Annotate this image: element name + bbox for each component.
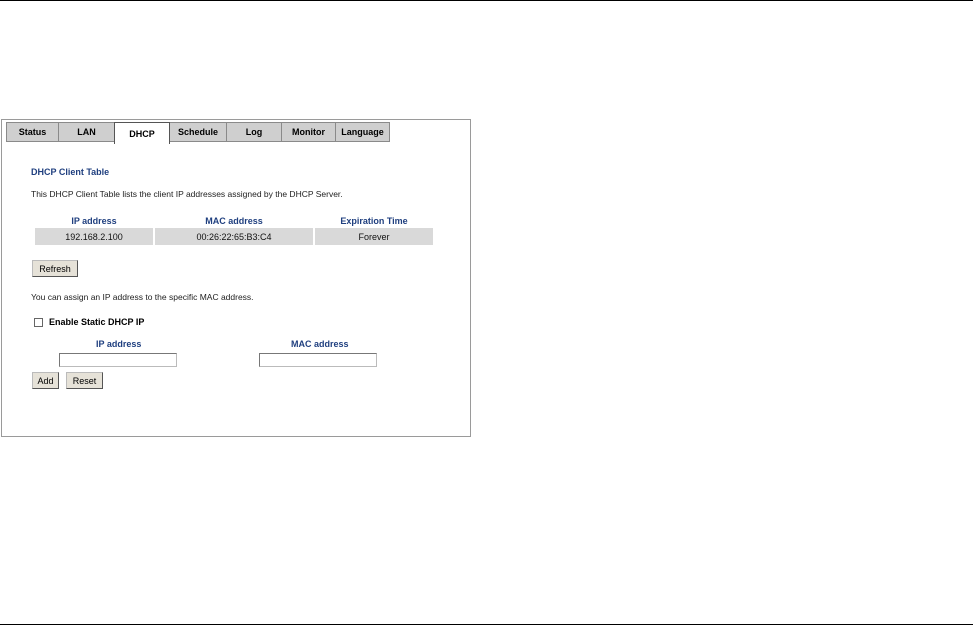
static-mac-input[interactable]: [259, 353, 377, 367]
static-ip-input[interactable]: [59, 353, 177, 367]
tab-monitor[interactable]: Monitor: [281, 122, 335, 142]
cell-ip-address: 192.168.2.100: [35, 228, 153, 245]
static-mac-label: MAC address: [291, 339, 349, 349]
top-rule: [0, 0, 973, 1]
table-header-row: IP address MAC address Expiration Time: [35, 214, 433, 228]
dhcp-panel: Status LAN DHCP Schedule Log Monitor Lan…: [1, 119, 471, 437]
client-table-title: DHCP Client Table: [31, 167, 110, 177]
cell-mac-address: 00:26:22:65:B3:C4: [155, 228, 313, 245]
tab-bar: Status LAN DHCP Schedule Log Monitor Lan…: [6, 122, 390, 144]
tab-schedule[interactable]: Schedule: [170, 122, 226, 142]
add-button[interactable]: Add: [32, 372, 59, 389]
static-ip-label: IP address: [96, 339, 142, 349]
tab-log[interactable]: Log: [226, 122, 281, 142]
table-row: 192.168.2.100 00:26:22:65:B3:C4 Forever: [35, 228, 433, 245]
static-assign-description: You can assign an IP address to the spec…: [31, 292, 254, 302]
client-table-description: This DHCP Client Table lists the client …: [31, 189, 343, 199]
reset-button[interactable]: Reset: [66, 372, 103, 389]
header-mac-address: MAC address: [205, 216, 263, 226]
cell-expiration-time: Forever: [315, 228, 433, 245]
enable-static-dhcp-checkbox[interactable]: [34, 318, 43, 327]
tab-lan[interactable]: LAN: [58, 122, 114, 142]
tab-status[interactable]: Status: [6, 122, 58, 142]
enable-static-dhcp-label: Enable Static DHCP IP: [49, 317, 145, 327]
tab-language[interactable]: Language: [335, 122, 390, 142]
header-expiration-time: Expiration Time: [340, 216, 408, 226]
tab-dhcp[interactable]: DHCP: [114, 122, 170, 144]
refresh-button[interactable]: Refresh: [32, 260, 78, 277]
header-ip-address: IP address: [71, 216, 117, 226]
dhcp-client-table: IP address MAC address Expiration Time 1…: [33, 214, 435, 245]
